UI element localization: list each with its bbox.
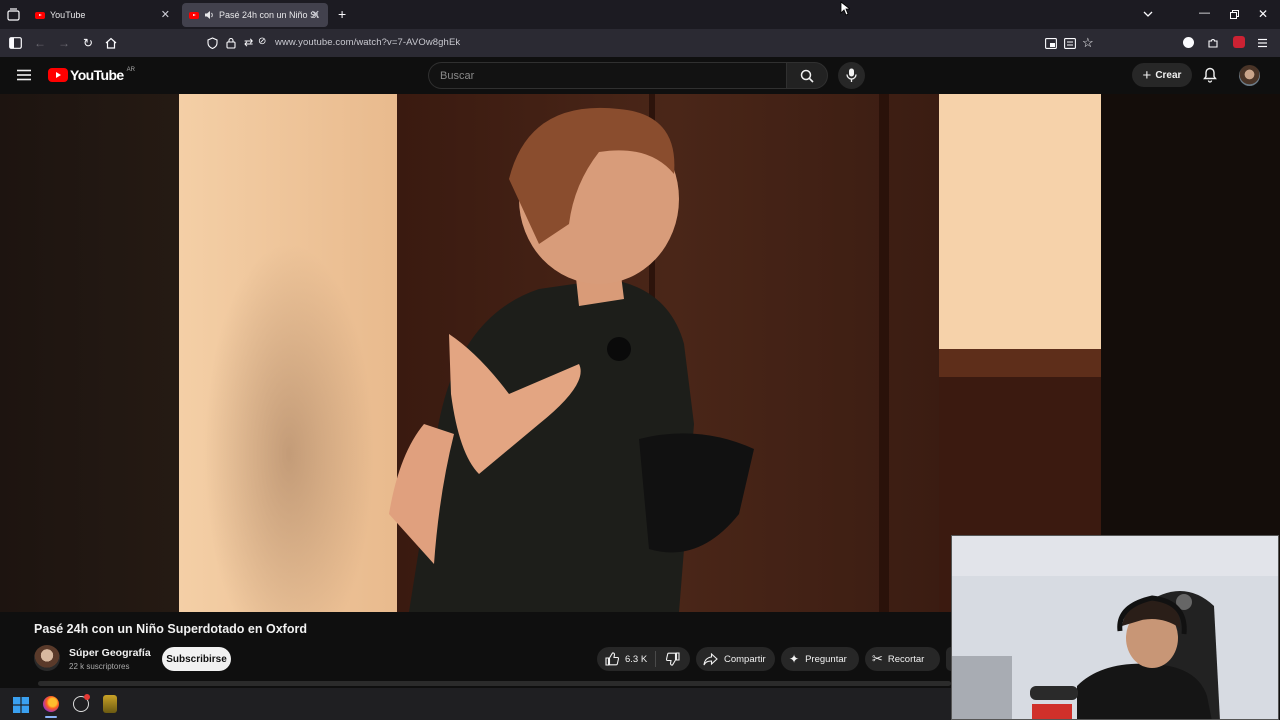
voice-search-button[interactable] bbox=[838, 62, 865, 89]
shield-icon[interactable] bbox=[207, 37, 218, 49]
tab-list-chevron-icon[interactable] bbox=[1143, 10, 1153, 18]
reload-icon[interactable]: ↻ bbox=[80, 35, 96, 51]
comments-divider bbox=[38, 681, 951, 686]
share-button[interactable]: Compartir bbox=[696, 647, 775, 671]
restore-icon[interactable] bbox=[1230, 10, 1239, 19]
sparkle-icon: ✦ bbox=[789, 652, 800, 666]
hamburger-menu-icon[interactable] bbox=[17, 69, 31, 81]
permissions-icon[interactable]: ⇄ bbox=[244, 36, 253, 49]
video-title: Pasé 24h con un Niño Superdotado en Oxfo… bbox=[34, 622, 307, 636]
youtube-header: YouTube AR Buscar + Crear bbox=[0, 57, 1280, 94]
close-window-icon[interactable]: ✕ bbox=[1258, 7, 1268, 21]
tab-video[interactable]: Pasé 24h con un Niño Supe ✕ bbox=[182, 3, 328, 27]
reader-view-icon[interactable] bbox=[1064, 38, 1076, 49]
lock-icon[interactable] bbox=[226, 37, 236, 49]
tab-youtube[interactable]: YouTube ✕ bbox=[28, 3, 178, 27]
extensions-puzzle-icon[interactable] bbox=[1207, 37, 1219, 49]
minimize-icon[interactable]: — bbox=[1199, 7, 1210, 19]
clip-button[interactable]: ✂ Recortar bbox=[865, 647, 940, 671]
dislike-button[interactable] bbox=[656, 647, 690, 671]
windows-start-icon[interactable] bbox=[13, 697, 29, 713]
browser-tab-strip: YouTube ✕ Pasé 24h con un Niño Supe ✕ + … bbox=[0, 0, 1280, 29]
forward-icon[interactable]: → bbox=[56, 35, 72, 51]
logo-text: YouTube bbox=[70, 67, 124, 83]
back-icon[interactable]: ← bbox=[32, 35, 48, 51]
tab-title: YouTube bbox=[50, 10, 86, 20]
thumbs-up-icon bbox=[605, 652, 619, 666]
subscribe-button[interactable]: Subscribirse bbox=[162, 647, 231, 671]
app-menu-icon[interactable] bbox=[1257, 38, 1268, 48]
sidebar-toggle-icon[interactable] bbox=[9, 37, 22, 49]
recording-dot-icon bbox=[84, 694, 90, 700]
autoplay-blocked-icon[interactable]: ⊘ bbox=[258, 36, 266, 47]
ask-label: Preguntar bbox=[805, 653, 847, 665]
youtube-play-logo-icon bbox=[48, 68, 68, 82]
like-dislike-group: 6.3 K bbox=[597, 647, 690, 671]
like-button[interactable]: 6.3 K bbox=[597, 647, 655, 671]
close-tab-icon[interactable]: ✕ bbox=[311, 8, 320, 21]
new-tab-icon[interactable]: + bbox=[338, 6, 346, 22]
clip-label: Recortar bbox=[887, 653, 925, 665]
user-avatar[interactable] bbox=[1239, 65, 1260, 86]
game-launcher-icon[interactable] bbox=[103, 695, 117, 713]
url-bar-text[interactable]: www.youtube.com/watch?v=7-AVOw8ghEk bbox=[275, 37, 460, 48]
account-icon[interactable] bbox=[1183, 37, 1194, 48]
youtube-favicon-icon bbox=[35, 11, 45, 19]
picture-in-picture-icon[interactable] bbox=[1045, 38, 1057, 49]
speaker-icon[interactable] bbox=[204, 10, 214, 20]
microphone-icon bbox=[846, 68, 857, 82]
share-label: Compartir bbox=[724, 653, 766, 665]
tab-overview-icon[interactable] bbox=[7, 8, 20, 21]
youtube-logo[interactable]: YouTube AR bbox=[48, 67, 135, 83]
channel-avatar[interactable] bbox=[34, 645, 60, 671]
tab-title: Pasé 24h con un Niño Supe bbox=[219, 10, 319, 20]
ask-button[interactable]: ✦ Preguntar bbox=[781, 647, 859, 671]
extension-badge-icon[interactable] bbox=[1233, 36, 1245, 48]
notifications-bell-icon[interactable] bbox=[1203, 67, 1217, 83]
create-label: Crear bbox=[1155, 69, 1182, 81]
search-icon bbox=[800, 69, 814, 83]
like-count: 6.3 K bbox=[625, 653, 648, 665]
region-code: AR bbox=[126, 67, 135, 73]
home-icon[interactable] bbox=[105, 37, 117, 49]
search-button[interactable] bbox=[786, 62, 828, 89]
share-arrow-icon bbox=[703, 652, 718, 665]
subscriber-count: 22 k suscriptores bbox=[69, 662, 130, 671]
active-app-indicator bbox=[45, 716, 57, 718]
bookmark-star-icon[interactable]: ☆ bbox=[1082, 35, 1094, 51]
search-input[interactable]: Buscar bbox=[428, 62, 786, 89]
webcam-overlay bbox=[951, 535, 1279, 720]
browser-navbar: ← → ↻ ⇄ ⊘ www.youtube.com/watch?v=7-AVOw… bbox=[0, 29, 1280, 57]
close-tab-icon[interactable]: ✕ bbox=[161, 8, 170, 21]
plus-icon: + bbox=[1142, 66, 1152, 84]
webcam-feed bbox=[952, 536, 1278, 719]
search-placeholder: Buscar bbox=[440, 70, 475, 82]
firefox-icon[interactable] bbox=[43, 696, 59, 712]
channel-name[interactable]: Súper Geografía bbox=[69, 647, 151, 659]
os-taskbar bbox=[0, 688, 951, 720]
mouse-cursor-icon bbox=[840, 1, 850, 16]
thumbs-down-icon bbox=[666, 652, 680, 666]
youtube-favicon-icon bbox=[189, 11, 199, 19]
create-button[interactable]: + Crear bbox=[1132, 63, 1192, 87]
scissors-icon: ✂ bbox=[872, 651, 883, 666]
